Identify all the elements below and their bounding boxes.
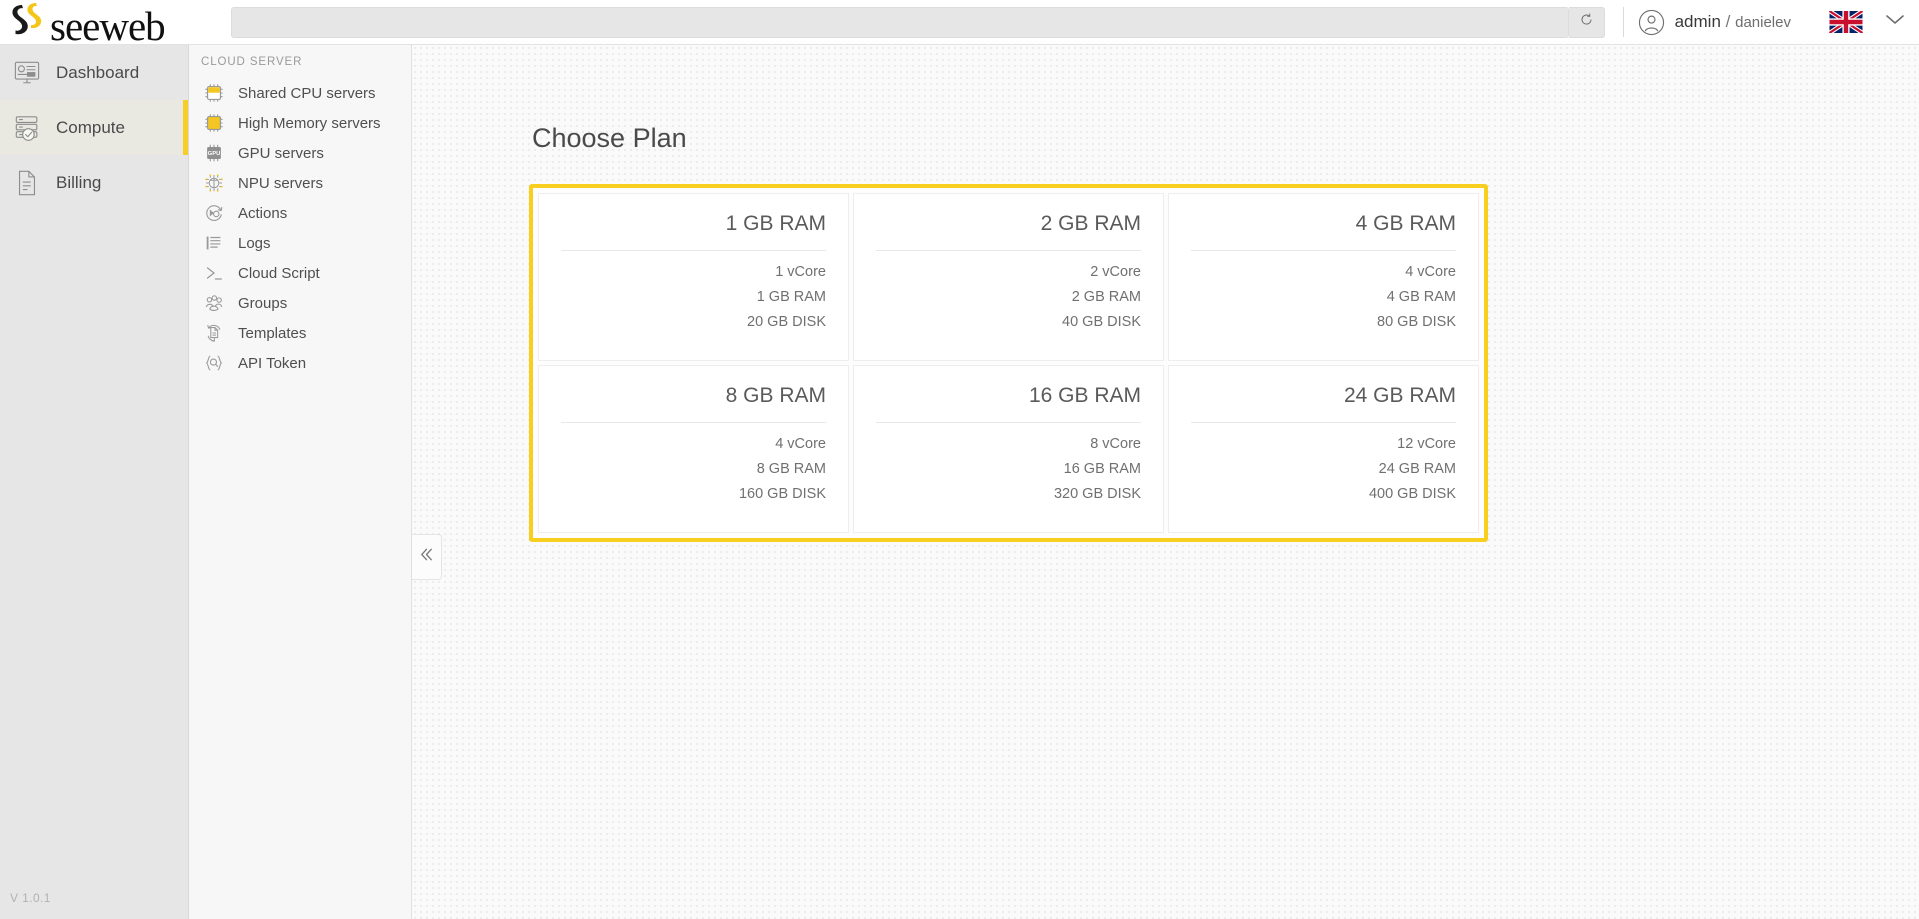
sidebar-item-actions[interactable]: Actions	[189, 198, 411, 228]
user-name: admin / danielev	[1675, 12, 1791, 32]
plan-card[interactable]: 24 GB RAM 12 vCore 24 GB RAM 400 GB DISK	[1168, 365, 1479, 533]
dashboard-icon	[12, 58, 42, 88]
sidebar-item-logs[interactable]: Logs	[189, 228, 411, 258]
plan-name: 1 GB RAM	[561, 212, 826, 251]
collapse-panel-button[interactable]	[412, 534, 442, 580]
plan-cpu: 4 vCore	[1405, 264, 1456, 280]
user-menu[interactable]: admin / danielev	[1638, 9, 1919, 36]
search-input[interactable]	[231, 6, 1569, 38]
page-title: Choose Plan	[532, 123, 687, 153]
sidebar-item-high-memory-servers[interactable]: High Memory servers	[189, 108, 411, 138]
sub-item-label: Cloud Script	[238, 264, 320, 282]
plan-card[interactable]: 8 GB RAM 4 vCore 8 GB RAM 160 GB DISK	[538, 365, 849, 533]
plan-cpu: 1 vCore	[775, 264, 826, 280]
plan-disk: 400 GB DISK	[1368, 486, 1456, 502]
sidebar-item-templates[interactable]: Templates	[189, 318, 411, 348]
sidebar-item-api-token[interactable]: API Token	[189, 348, 411, 378]
sidebar-item-billing[interactable]: Billing	[0, 155, 188, 210]
plan-cpu: 2 vCore	[1090, 264, 1141, 280]
primary-sidebar: Dashboard Compute Billing V 1.0.1	[0, 45, 189, 919]
subpanel-title: CLOUD SERVER	[201, 56, 303, 68]
plan-disk: 80 GB DISK	[1377, 314, 1456, 330]
header-divider	[1622, 7, 1624, 37]
plan-cpu: 8 vCore	[1090, 436, 1141, 452]
plan-card[interactable]: 1 GB RAM 1 vCore 1 GB RAM 20 GB DISK	[538, 193, 849, 361]
user-separator: /	[1725, 12, 1731, 31]
server-stack-icon	[12, 113, 42, 143]
plan-disk: 320 GB DISK	[1053, 486, 1141, 502]
chevron-down-icon[interactable]	[1885, 13, 1905, 31]
npu-chip-icon	[202, 171, 226, 195]
sub-item-label: Logs	[238, 234, 271, 252]
chevron-double-left-icon	[417, 545, 436, 569]
body-row: Dashboard Compute Billing V 1.0.1 CLOUD …	[0, 45, 1919, 919]
sidebar-item-gpu-servers[interactable]: GPU GPU servers	[189, 138, 411, 168]
templates-refresh-icon	[202, 321, 226, 345]
plan-grid: 1 GB RAM 1 vCore 1 GB RAM 20 GB DISK 2 G…	[529, 184, 1488, 542]
sub-item-label: NPU servers	[238, 174, 324, 192]
top-header: seeweb admin / danielev	[0, 0, 1919, 49]
secondary-nav-panel: CLOUD SERVER Shared CPU servers High Mem…	[189, 45, 412, 919]
terminal-prompt-icon	[202, 261, 226, 285]
uk-flag-icon[interactable]	[1828, 9, 1864, 35]
plan-disk: 40 GB DISK	[1062, 314, 1141, 330]
sidebar-item-groups[interactable]: Groups	[189, 288, 411, 318]
app-root: seeweb admin / danielev Dashboard Comput…	[0, 0, 1919, 919]
plan-disk: 160 GB DISK	[738, 486, 826, 502]
plan-cpu: 4 vCore	[775, 436, 826, 452]
plan-ram: 2 GB RAM	[1071, 289, 1141, 305]
api-token-braces-icon	[202, 351, 226, 375]
plan-ram: 4 GB RAM	[1386, 289, 1456, 305]
sidebar-item-npu-servers[interactable]: NPU servers	[189, 168, 411, 198]
search-container	[190, 6, 1638, 38]
plan-name: 2 GB RAM	[876, 212, 1141, 251]
actions-gear-icon	[202, 201, 226, 225]
user-avatar-icon	[1638, 9, 1665, 36]
main-content: Choose Plan 1 GB RAM 1 vCore 1 GB RAM 20…	[412, 45, 1919, 919]
logs-list-icon	[202, 231, 226, 255]
sidebar-item-label: Compute	[56, 117, 125, 137]
refresh-icon	[1579, 12, 1594, 32]
sub-item-label: Groups	[238, 294, 288, 312]
sub-item-label: Actions	[238, 204, 288, 222]
plan-ram: 1 GB RAM	[756, 289, 826, 305]
plan-ram: 16 GB RAM	[1063, 461, 1141, 477]
brand-logo[interactable]: seeweb	[0, 0, 190, 49]
user-primary-name: admin	[1674, 12, 1721, 31]
app-version: V 1.0.1	[10, 891, 51, 905]
plan-card[interactable]: 16 GB RAM 8 vCore 16 GB RAM 320 GB DISK	[853, 365, 1164, 533]
sub-item-label: High Memory servers	[238, 114, 381, 132]
seeweb-logo-mark	[6, 0, 50, 45]
plan-name: 8 GB RAM	[561, 384, 826, 423]
sub-item-label: GPU servers	[238, 144, 324, 162]
refresh-button[interactable]	[1568, 6, 1605, 38]
plan-card[interactable]: 4 GB RAM 4 vCore 4 GB RAM 80 GB DISK	[1168, 193, 1479, 361]
groups-people-icon	[202, 291, 226, 315]
sub-item-label: API Token	[238, 354, 307, 372]
plan-disk: 20 GB DISK	[747, 314, 826, 330]
plan-ram: 8 GB RAM	[756, 461, 826, 477]
sidebar-item-cloud-script[interactable]: Cloud Script	[189, 258, 411, 288]
user-secondary-name: danielev	[1735, 14, 1791, 31]
sidebar-item-label: Billing	[56, 172, 102, 192]
sub-item-label: Templates	[238, 324, 307, 342]
chip-full-icon	[202, 111, 226, 135]
sidebar-item-compute[interactable]: Compute	[0, 100, 188, 155]
svg-text:GPU: GPU	[208, 151, 221, 157]
plan-name: 24 GB RAM	[1191, 384, 1456, 423]
chip-half-icon	[202, 81, 226, 105]
sidebar-item-dashboard[interactable]: Dashboard	[0, 45, 188, 100]
brand-name: seeweb	[50, 2, 166, 49]
plan-card[interactable]: 2 GB RAM 2 vCore 2 GB RAM 40 GB DISK	[853, 193, 1164, 361]
sidebar-item-label: Dashboard	[56, 62, 140, 82]
sidebar-item-shared-cpu-servers[interactable]: Shared CPU servers	[189, 78, 411, 108]
plan-ram: 24 GB RAM	[1378, 461, 1456, 477]
sub-item-label: Shared CPU servers	[238, 84, 376, 102]
document-icon	[12, 168, 42, 198]
plan-cpu: 12 vCore	[1397, 436, 1456, 452]
gpu-chip-icon: GPU	[202, 141, 226, 165]
plan-name: 4 GB RAM	[1191, 212, 1456, 251]
plan-name: 16 GB RAM	[876, 384, 1141, 423]
